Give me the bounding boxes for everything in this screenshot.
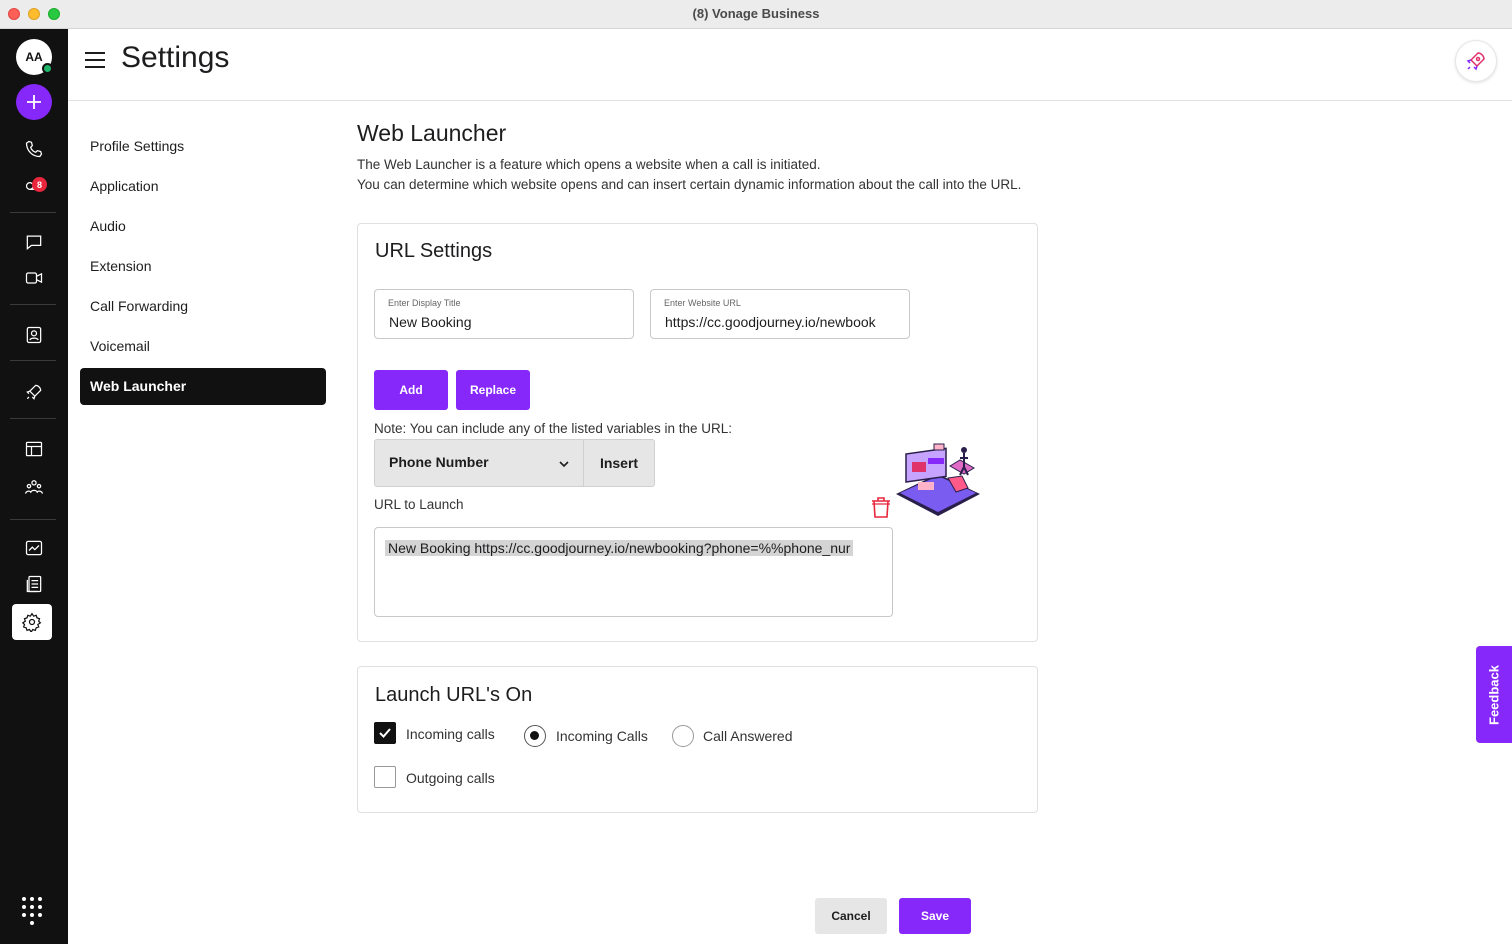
analytics-nav-button[interactable] xyxy=(20,534,48,562)
window-titlebar: (8) Vonage Business xyxy=(0,0,1512,29)
website-url-field[interactable]: Enter Website URL https://cc.goodjourney… xyxy=(650,289,910,339)
call-answered-radio-label: Call Answered xyxy=(703,728,793,744)
rail-divider xyxy=(10,360,56,361)
display-title-input[interactable]: New Booking xyxy=(389,314,623,330)
incoming-calls-checkbox[interactable] xyxy=(374,722,396,744)
apps-nav-button[interactable] xyxy=(20,378,48,406)
web-launcher-content: Web Launcher The Web Launcher is a featu… xyxy=(357,120,1021,195)
messages-nav-button[interactable] xyxy=(20,228,48,256)
nav-item-application[interactable]: Application xyxy=(80,168,326,205)
dashboard-nav-button[interactable] xyxy=(20,435,48,463)
launch-on-card: Launch URL's On Incoming calls Incoming … xyxy=(357,666,1038,813)
save-button[interactable]: Save xyxy=(899,898,971,934)
add-button[interactable]: Add xyxy=(374,370,448,410)
description-line: You can determine which website opens an… xyxy=(357,177,1022,192)
website-url-input[interactable]: https://cc.goodjourney.io/newbook xyxy=(665,314,899,330)
rail-divider xyxy=(10,212,56,213)
nav-item-call-forwarding[interactable]: Call Forwarding xyxy=(80,288,326,325)
url-to-launch-item[interactable]: New Booking https://cc.goodjourney.io/ne… xyxy=(385,538,884,558)
variable-select-value: Phone Number xyxy=(389,454,489,470)
trash-icon[interactable] xyxy=(869,494,893,520)
rail-divider xyxy=(10,519,56,520)
settings-nav: Profile Settings Application Audio Exten… xyxy=(80,128,326,408)
cancel-button[interactable]: Cancel xyxy=(815,898,887,934)
app-rail: AA 8 xyxy=(0,29,68,944)
nav-item-profile-settings[interactable]: Profile Settings xyxy=(80,128,326,165)
variable-select[interactable]: Phone Number xyxy=(374,439,584,487)
phone-icon xyxy=(25,140,43,158)
contacts-nav-button[interactable] xyxy=(20,321,48,349)
url-to-launch-textarea[interactable]: New Booking https://cc.goodjourney.io/ne… xyxy=(374,527,893,617)
section-description: The Web Launcher is a feature which open… xyxy=(357,155,1021,195)
voicemail-badge: 8 xyxy=(32,177,47,192)
window-title: (8) Vonage Business xyxy=(692,6,820,21)
rocket-icon xyxy=(26,384,42,400)
contacts-icon xyxy=(26,326,42,344)
settings-nav-button[interactable] xyxy=(12,604,52,640)
nav-item-audio[interactable]: Audio xyxy=(80,208,326,245)
feedback-tab[interactable]: Feedback xyxy=(1476,646,1512,743)
nav-item-extension[interactable]: Extension xyxy=(80,248,326,285)
reports-nav-button[interactable] xyxy=(20,570,48,598)
url-to-launch-label: URL to Launch xyxy=(374,497,464,512)
description-line: The Web Launcher is a feature which open… xyxy=(357,157,821,172)
website-url-label: Enter Website URL xyxy=(664,298,741,308)
call-answered-radio[interactable] xyxy=(672,725,694,747)
incoming-calls-radio[interactable] xyxy=(524,725,546,747)
gear-icon xyxy=(22,612,42,632)
display-title-field[interactable]: Enter Display Title New Booking xyxy=(374,289,634,339)
feedback-label: Feedback xyxy=(1486,664,1502,725)
keypad-icon[interactable] xyxy=(22,897,46,925)
calls-nav-button[interactable] xyxy=(20,135,48,163)
replace-button[interactable]: Replace xyxy=(456,370,530,410)
rail-divider xyxy=(10,418,56,419)
hamburger-icon[interactable] xyxy=(85,52,105,68)
chevron-down-icon xyxy=(559,461,569,468)
url-settings-card: URL Settings Enter Display Title New Boo… xyxy=(357,223,1038,642)
video-icon xyxy=(25,272,43,284)
video-nav-button[interactable] xyxy=(20,264,48,292)
outgoing-calls-checkbox[interactable] xyxy=(374,766,396,788)
insert-button[interactable]: Insert xyxy=(584,439,655,487)
variables-note: Note: You can include any of the listed … xyxy=(374,421,732,436)
incoming-calls-label: Incoming calls xyxy=(406,726,495,742)
presence-indicator xyxy=(42,63,53,74)
dashboard-icon xyxy=(25,441,43,457)
rocket-icon xyxy=(1466,52,1485,71)
nav-item-web-launcher[interactable]: Web Launcher xyxy=(80,368,326,405)
team-icon xyxy=(25,480,43,494)
checkmark-icon xyxy=(379,728,391,738)
page-title: Settings xyxy=(121,41,230,74)
url-settings-title: URL Settings xyxy=(375,240,493,262)
app-launcher-button[interactable] xyxy=(1455,40,1497,82)
outgoing-calls-label: Outgoing calls xyxy=(406,770,495,786)
incoming-calls-radio-label: Incoming Calls xyxy=(556,728,648,744)
chat-icon xyxy=(26,235,42,250)
team-nav-button[interactable] xyxy=(20,473,48,501)
new-action-button[interactable] xyxy=(16,84,52,120)
page-header: Settings xyxy=(68,29,1512,101)
display-title-label: Enter Display Title xyxy=(388,298,461,308)
nav-item-voicemail[interactable]: Voicemail xyxy=(80,328,326,365)
rail-divider xyxy=(10,304,56,305)
plus-icon xyxy=(27,95,41,109)
reports-icon xyxy=(26,575,42,593)
web-launcher-illustration xyxy=(896,443,980,516)
section-title: Web Launcher xyxy=(357,120,507,146)
launch-on-title: Launch URL's On xyxy=(375,684,533,706)
analytics-icon xyxy=(25,540,43,556)
